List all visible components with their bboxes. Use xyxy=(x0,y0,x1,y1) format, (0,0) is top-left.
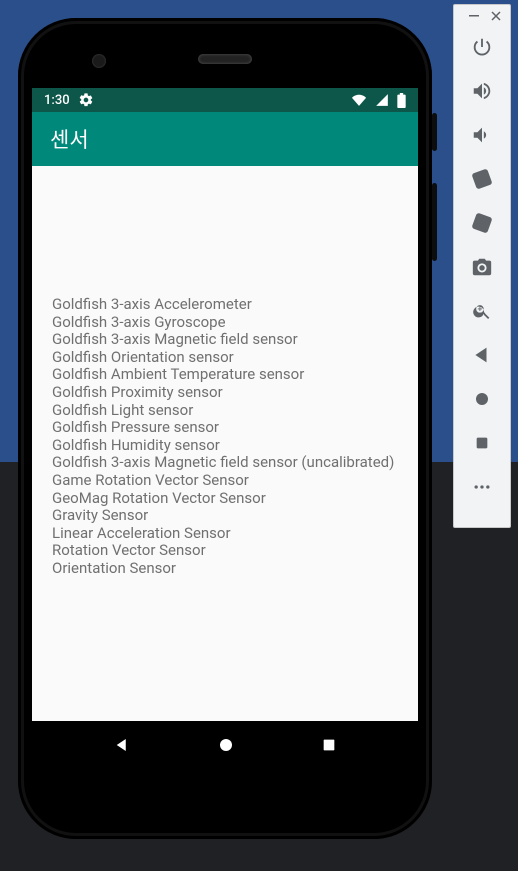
sensor-item: Goldfish Pressure sensor xyxy=(52,419,398,437)
device-volume-rocker xyxy=(432,183,437,261)
sensor-list: Goldfish 3-axis AccelerometerGoldfish 3-… xyxy=(32,166,418,721)
device-frame-inner: 1:30 xyxy=(24,24,426,833)
sensor-item: Rotation Vector Sensor xyxy=(52,542,398,560)
volume-up-icon[interactable] xyxy=(470,79,494,103)
sensor-item: Goldfish Ambient Temperature sensor xyxy=(52,366,398,384)
home-icon[interactable] xyxy=(470,387,494,411)
gear-icon xyxy=(78,92,94,108)
status-time: 1:30 xyxy=(44,93,70,108)
device-power-button xyxy=(432,113,437,151)
app-bar: 센서 xyxy=(32,112,418,166)
device-screen: 1:30 xyxy=(32,88,418,769)
device-speaker xyxy=(198,54,252,64)
minimize-button[interactable] xyxy=(468,10,480,22)
emulator-toolbar xyxy=(453,4,511,528)
device-frame: 1:30 xyxy=(18,18,432,839)
rotate-right-icon[interactable] xyxy=(470,211,494,235)
power-icon[interactable] xyxy=(470,35,494,59)
sensor-item: GeoMag Rotation Vector Sensor xyxy=(52,490,398,508)
sensor-item: Goldfish 3-axis Accelerometer xyxy=(52,296,398,314)
rotate-left-icon[interactable] xyxy=(470,167,494,191)
volume-down-icon[interactable] xyxy=(470,123,494,147)
device-camera-dot xyxy=(92,54,106,68)
back-icon[interactable] xyxy=(470,343,494,367)
nav-back-button[interactable] xyxy=(113,736,131,754)
sensor-item: Linear Acceleration Sensor xyxy=(52,525,398,543)
sensor-item: Game Rotation Vector Sensor xyxy=(52,472,398,490)
sensor-item: Gravity Sensor xyxy=(52,507,398,525)
sensor-item: Goldfish 3-axis Magnetic field sensor xyxy=(52,331,398,349)
sensor-item: Orientation Sensor xyxy=(52,560,398,578)
sensor-item: Goldfish 3-axis Magnetic field sensor (u… xyxy=(52,454,398,472)
zoom-in-icon[interactable] xyxy=(470,299,494,323)
cellular-icon xyxy=(375,93,389,107)
android-nav-bar xyxy=(32,721,418,769)
overview-icon[interactable] xyxy=(470,431,494,455)
nav-overview-button[interactable] xyxy=(321,737,337,753)
sensor-item: Goldfish 3-axis Gyroscope xyxy=(52,314,398,332)
sensor-item: Goldfish Humidity sensor xyxy=(52,437,398,455)
battery-icon xyxy=(397,93,406,108)
app-title: 센서 xyxy=(50,124,89,154)
close-button[interactable] xyxy=(490,10,502,22)
overflow-icon[interactable] xyxy=(470,475,494,499)
sensor-item: Goldfish Light sensor xyxy=(52,402,398,420)
wifi-icon xyxy=(351,93,367,107)
status-bar: 1:30 xyxy=(32,88,418,112)
nav-home-button[interactable] xyxy=(217,736,235,754)
camera-icon[interactable] xyxy=(470,255,494,279)
sensor-item: Goldfish Orientation sensor xyxy=(52,349,398,367)
sensor-item: Goldfish Proximity sensor xyxy=(52,384,398,402)
